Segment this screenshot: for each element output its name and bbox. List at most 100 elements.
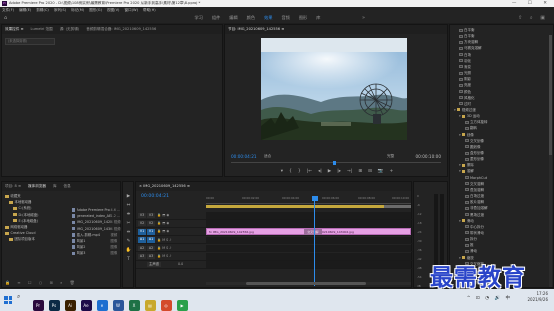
zoom-level-select[interactable]: 适合: [264, 154, 271, 159]
track-label[interactable]: A3: [147, 253, 155, 260]
timeline-zoom-scrollbar[interactable]: [206, 282, 411, 285]
work-area-range[interactable]: [206, 205, 384, 208]
media-file-row[interactable]: IMG_20210609_1430024 视频: [72, 227, 121, 233]
header-right-icons[interactable]: ⇧ ⌕ ▣: [518, 13, 548, 23]
media-tree-item[interactable]: 团队项目版本: [9, 237, 35, 243]
menu-window[interactable]: 窗口(W): [124, 8, 138, 12]
track-lane[interactable]: fx IMG_20210609_142556.jpg fx IMG_2021060…: [206, 228, 411, 236]
play-icon[interactable]: ▶: [328, 169, 331, 174]
media-tree-item[interactable]: 收藏夹: [5, 194, 21, 200]
effects-tree-item[interactable]: 拆分: [465, 236, 477, 242]
source-patch-audio[interactable]: A3: [138, 253, 146, 260]
effects-tree-item[interactable]: 叠加溶解: [465, 187, 484, 193]
effects-tree-item[interactable]: 过时: [459, 101, 471, 107]
effects-tree-item[interactable]: 马赛克溶解: [459, 45, 482, 51]
source-patch-audio[interactable]: A2: [138, 245, 146, 252]
project-bottom-icons[interactable]: 🔒 ≡ ☐ ○ ⊞ ⌕ 🗑: [5, 280, 78, 285]
track-lane[interactable]: [206, 212, 411, 219]
window-controls[interactable]: — ☐ ✕: [512, 0, 552, 7]
effects-tree-item[interactable]: ▾ 擦除: [459, 162, 474, 168]
effects-tree-item[interactable]: 黑场过渡: [465, 212, 484, 218]
program-scrub-bar[interactable]: [231, 161, 441, 165]
track-lane[interactable]: [206, 220, 411, 228]
disclosure-triangle-icon[interactable]: ▾: [459, 169, 461, 173]
disclosure-triangle-icon[interactable]: ▾: [459, 219, 461, 223]
hand-tool-icon[interactable]: ✋: [125, 248, 132, 254]
effects-tree-item[interactable]: 中心拆分: [465, 224, 484, 230]
clock-date[interactable]: 2021/9/26: [527, 297, 548, 303]
effects-scrollbar[interactable]: [549, 35, 552, 287]
go-to-in-icon[interactable]: |←: [307, 169, 312, 174]
add-marker-icon[interactable]: ▾: [281, 169, 283, 174]
effects-tree-item[interactable]: 盒形划像: [465, 150, 484, 156]
track-label[interactable]: V2: [147, 220, 155, 227]
track-lane[interactable]: [206, 261, 411, 269]
more-workspaces-icon[interactable]: »: [362, 13, 365, 23]
effects-scroll-thumb[interactable]: [549, 35, 552, 155]
source-patch-video[interactable]: V1: [138, 229, 146, 235]
pen-tool-icon[interactable]: ✎: [125, 239, 132, 245]
effects-tree-item[interactable]: 滑动: [465, 248, 477, 254]
workspace-tab-assembly[interactable]: 组件: [212, 15, 220, 20]
transition-effect[interactable]: 交叉溶解: [304, 228, 322, 235]
effects-tree-item[interactable]: ▾ 3D 运动: [459, 113, 480, 119]
track-label[interactable]: V3: [147, 212, 155, 219]
effects-tree-item[interactable]: 交叉溶解: [465, 181, 484, 187]
taskbar-app-icon[interactable]: Ae: [80, 300, 92, 311]
taskbar-app-icon[interactable]: ▤: [144, 300, 156, 311]
track-lane[interactable]: [206, 244, 411, 252]
menu-file[interactable]: 文件(F): [2, 8, 14, 12]
track-label[interactable]: A1: [147, 237, 155, 243]
taskbar-app-icon[interactable]: ◎: [160, 300, 172, 311]
track-mute-solo-icons[interactable]: 🔒 M S ♪: [156, 254, 171, 258]
effects-tree-item[interactable]: 白场: [459, 52, 471, 58]
menu-edit[interactable]: 编辑(E): [19, 8, 31, 12]
media-file-row[interactable]: 插入-剪辑.mp4 视频: [72, 233, 117, 239]
lift-icon[interactable]: ⊞: [358, 169, 362, 174]
menu-sequence[interactable]: 序列(S): [54, 8, 66, 12]
workspace-tab-effects[interactable]: 效果: [264, 15, 272, 20]
effects-tree-item[interactable]: 颜色: [459, 89, 471, 95]
disclosure-triangle-icon[interactable]: ▾: [459, 133, 461, 137]
source-patch-video[interactable]: V2: [138, 220, 146, 227]
effects-tree-item[interactable]: ▾ 视频过渡: [454, 107, 476, 113]
program-playhead[interactable]: [333, 161, 336, 165]
taskbar-app-icon[interactable]: X: [128, 300, 140, 311]
workspace-tab-learn[interactable]: 学习: [195, 15, 203, 20]
search-icon[interactable]: ⌕: [17, 293, 20, 301]
workspace-tab-audio[interactable]: 音频: [281, 15, 289, 20]
taskbar-app-icon[interactable]: Ai: [64, 300, 76, 311]
windows-start-icon[interactable]: [4, 296, 12, 304]
effects-tree-item[interactable]: 渐变: [459, 64, 471, 70]
workspace-tab-editing[interactable]: 编辑: [229, 15, 237, 20]
razor-tool-icon[interactable]: ✂: [125, 221, 132, 227]
effects-tree-item[interactable]: 翻转: [465, 125, 477, 131]
disclosure-triangle-icon[interactable]: ▾: [459, 256, 461, 260]
tab-info[interactable]: 信息: [64, 184, 71, 188]
effects-tree-item[interactable]: 立方体旋转: [465, 119, 488, 125]
effects-tree-item[interactable]: ▾ 滑动: [459, 218, 474, 224]
track-label[interactable]: V1: [147, 229, 155, 235]
ripple-edit-tool-icon[interactable]: ⇼: [125, 212, 132, 218]
track-lock-eye-icons[interactable]: 🔒 ⬒ ◉: [156, 221, 169, 225]
effects-tree-item[interactable]: 羽化: [459, 58, 471, 64]
media-tree-item[interactable]: D:(本地磁盘): [13, 213, 38, 219]
source-patch-video[interactable]: V3: [138, 212, 146, 219]
effects-tree-item[interactable]: ▾ 溶解: [459, 168, 474, 174]
media-tree-item[interactable]: 本地驱动器: [9, 200, 31, 206]
home-icon[interactable]: ⌂: [4, 15, 7, 21]
taskbar-app-icon[interactable]: ▶: [176, 300, 188, 311]
taskbar-app-icon[interactable]: Pr: [32, 300, 44, 311]
track-select-tool-icon[interactable]: ⇔: [125, 203, 132, 209]
program-current-timecode[interactable]: 00:00:04:21: [231, 154, 257, 159]
effects-tree-item[interactable]: 带状滑动: [465, 230, 484, 236]
timeline-timecode[interactable]: 00:00:04:21: [141, 194, 169, 199]
effects-tree-item[interactable]: 亮度: [459, 82, 471, 88]
disclosure-triangle-icon[interactable]: ▾: [459, 163, 461, 167]
taskbar-app-icon[interactable]: Ps: [48, 300, 60, 311]
effects-tree-item[interactable]: 阴影: [459, 76, 471, 82]
track-mute-solo-icons[interactable]: 🔒 M S ♪: [156, 238, 171, 242]
effects-tree-item[interactable]: 方块溶解: [459, 39, 478, 45]
button-editor-icon[interactable]: +: [390, 169, 394, 174]
media-file-row[interactable]: 风景2 图像: [72, 245, 117, 251]
